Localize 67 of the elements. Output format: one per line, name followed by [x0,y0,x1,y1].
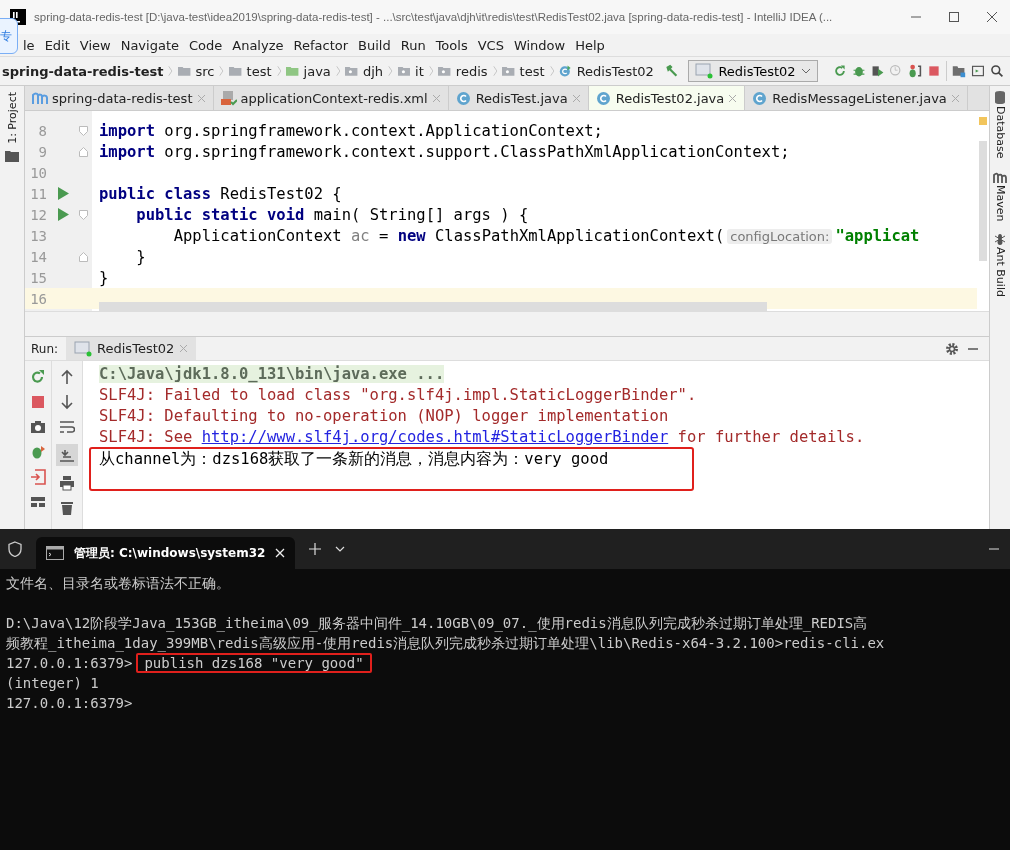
window-title: spring-data-redis-test [D:\java-test\idea2019\spring-data-redis-test] - ...\src\test\java\djh\it\redis\test\RedisTest02.java [spring-data-redis-test] - IntelliJ IDEA (... [34,11,833,23]
editor-tab[interactable]: RedisTest.java [448,86,589,110]
menu-item[interactable]: View [74,37,116,53]
link[interactable]: http://www.slf4j.org/codes.html#StaticLoggerBinder [201,428,669,446]
breadcrumb[interactable]: it [415,63,424,79]
breadcrumb[interactable]: djh [362,63,383,79]
terminal-text: D:\Java\12阶段学Java_153GB_itheima\09_服务器中间件_14.10GB\09_07._使用redis消息队列完成秒杀过期订单处理_REDIS高 [6,615,868,631]
code-line: import org.springframework.context.support.ClassPathXmlApplicationContext; [99,142,790,161]
code-line: } [99,268,109,287]
project-tool-tab[interactable]: 1: Project [5,92,19,144]
terminal-text: publish dzs168 "very good" [136,653,372,673]
menu-item[interactable]: Edit [39,37,75,53]
line-number: 15 [29,269,47,286]
menu-item[interactable]: Navigate [115,37,184,53]
menu-item[interactable]: le [18,37,40,53]
code-line: import org.springframework.context.ApplicationContext; [99,121,603,140]
code-line: public class RedisTest02 { [99,184,342,203]
line-number: 9 [37,143,47,160]
code-line: ApplicationContext ac = new ClassPathXmlApplicationContext( configLocation: "applicat [172,226,920,245]
tool-window-tab[interactable]: Maven [993,170,1007,221]
breadcrumb[interactable]: redis [455,63,488,79]
console-text: SLF4J: See [99,428,194,446]
menu-item[interactable]: Code [184,37,228,53]
run-label: Run: [31,341,59,356]
floating-badge[interactable]: 专 [0,18,18,54]
terminal-text: 127.0.0.1:6379> [6,655,133,671]
menu-item[interactable]: Build [353,37,396,53]
editor-tab[interactable]: RedisMessageListener.java [745,86,968,110]
tool-window-tab[interactable]: Ant Build [993,233,1007,297]
console-text: 从channel为：dzs168获取了一条新的消息，消息内容为：very good [99,450,609,468]
terminal-text: (integer) 1 [6,675,99,691]
breadcrumb[interactable]: src [195,63,215,79]
editor-tab[interactable]: applicationContext-redis.xml [213,86,449,110]
menu-item[interactable]: Analyze [227,37,289,53]
breadcrumb[interactable]: test [519,63,545,79]
console-text: C:\Java\jdk1.8.0_131\bin\java.exe ... [99,365,445,383]
menu-item[interactable]: VCS [472,37,509,53]
menu-item[interactable]: Help [570,37,610,53]
code-line: } [135,247,146,266]
breadcrumb[interactable]: spring-data-redis-test [2,63,164,79]
terminal-text: 频教程_itheima_1day_399MB\redis高级应用-使用redis消息队列完成秒杀过期订单处理\lib\Redis-x64-3.2.100>redis-cli.ex [6,635,885,651]
run-tab[interactable]: RedisTest02 [66,337,197,360]
breadcrumb[interactable]: test [246,63,272,79]
console-text: for further details. [676,428,865,446]
editor-tab[interactable]: spring-data-redis-test [25,86,214,110]
tool-window-tab[interactable]: Database [993,90,1007,159]
terminal-text: 127.0.0.1:6379> [6,695,133,711]
menu-item[interactable]: Window [508,37,571,53]
menu-item[interactable]: Tools [430,37,473,53]
terminal-tab[interactable]: 管理员: C:\windows\system32 [36,537,296,569]
console-text: SLF4J: Failed to load class "org.slf4j.impl.StaticLoggerBinder". [99,386,697,404]
editor-tab[interactable]: RedisTest02.java [588,86,746,110]
line-number: 10 [29,164,47,181]
line-number: 14 [29,248,47,265]
menu-item[interactable]: Run [395,37,431,53]
line-number: 16 [29,290,47,307]
menu-item[interactable]: Refactor [288,37,354,53]
code-line: public static void main( String[] args ) { [135,205,529,224]
terminal-text: 文件名、目录名或卷标语法不正确。 [6,575,230,591]
line-number: 13 [29,227,47,244]
line-number: 8 [37,122,47,139]
breadcrumb[interactable]: java [303,63,331,79]
breadcrumb[interactable]: RedisTest02 [576,63,654,79]
line-number: 12 [29,206,47,223]
console-text: SLF4J: Defaulting to no-operation (NOP) logger implementation [99,407,669,425]
run-config-dropdown[interactable]: RedisTest02 [688,60,818,82]
line-number: 11 [29,185,47,202]
